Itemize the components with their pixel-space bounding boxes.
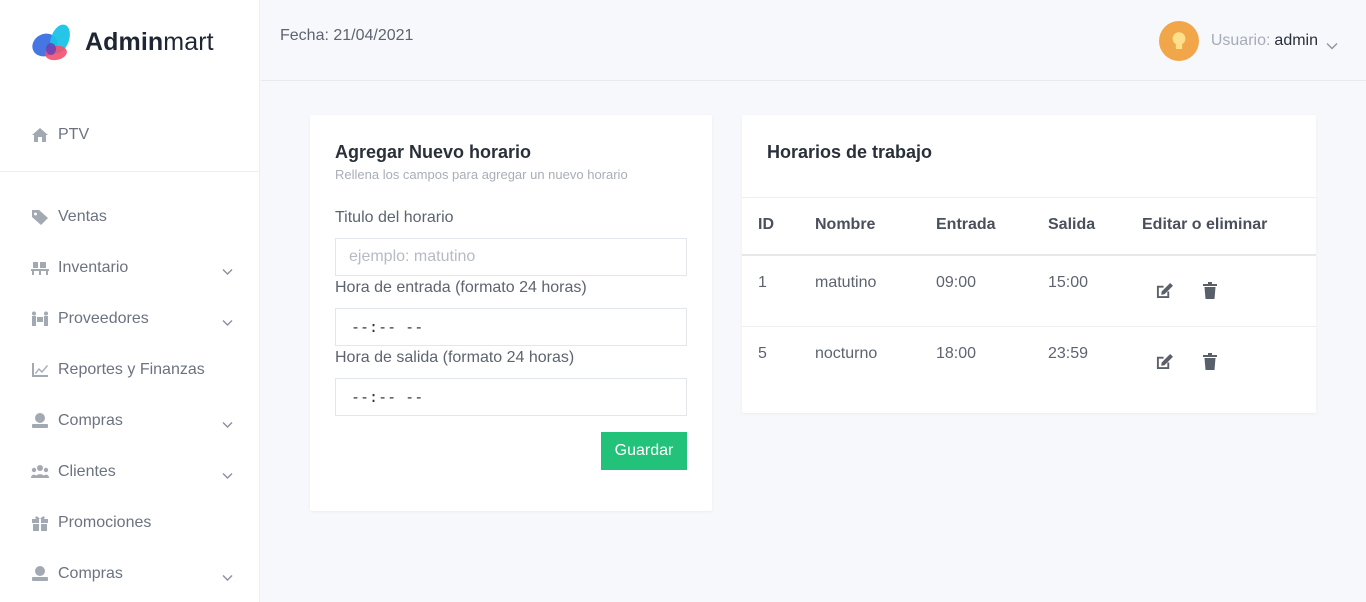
column-header-salida: Salida [1048,216,1096,233]
trash-icon[interactable] [1200,280,1220,300]
sidebar-item-compras-2[interactable]: Compras [30,559,235,589]
home-icon [30,126,50,144]
save-button[interactable]: Guardar [601,432,687,470]
table-cell-salida: 15:00 [1048,274,1089,291]
sidebar-item-label: Clientes [58,463,116,480]
sidebar-item-label: Promociones [58,514,152,531]
table-cell-id: 5 [758,345,767,362]
avatar [1158,20,1199,61]
chart-line-icon [30,361,50,379]
sidebar-item-label: Inventario [58,259,129,276]
tag-icon [30,208,50,226]
chevron-down-icon [222,467,233,479]
column-header-nombre: Nombre [815,216,876,233]
schedule-name-input[interactable]: ejemplo: matutino [335,238,687,276]
table-cell-entrada: 18:00 [936,345,977,362]
pallet-icon [30,259,50,277]
topbar: Fecha: 21/04/2021 Usuario: admin [261,0,1366,81]
chevron-down-icon [222,416,233,428]
sidebar-item-label: Compras [58,412,123,429]
chevron-down-icon [222,263,233,275]
header-divider [742,254,1316,256]
chevron-down-icon [222,569,233,581]
chevron-down-icon [222,314,233,326]
chevron-down-icon [1326,37,1338,49]
edit-icon[interactable] [1154,280,1174,300]
edit-icon[interactable] [1154,351,1174,371]
user-label: Usuario: [1210,31,1271,49]
table-cell-entrada: 09:00 [936,274,977,291]
money-user-icon [30,565,50,583]
sidebar-item-label: Reportes y Finanzas [58,361,205,378]
schedule-name-label: Titulo del horario [335,209,454,226]
sidebar-item-proveedores[interactable]: Proveedores [30,304,235,334]
trash-icon[interactable] [1200,351,1220,371]
divider [742,197,1316,198]
column-header-id: ID [758,216,774,233]
current-date: Fecha: 21/04/2021 [280,27,414,44]
sidebar-item-label: PTV [58,126,90,143]
form-title: Agregar Nuevo horario [335,142,532,162]
new-schedule-card: Agregar Nuevo horario Rellena los campos… [310,115,712,511]
table-cell-nombre: matutino [815,274,877,291]
form-subtitle: Rellena los campos para agregar un nuevo… [335,167,628,182]
sidebar-item-ventas[interactable]: Ventas [30,202,235,232]
user-menu[interactable]: Usuario: admin [1158,20,1338,61]
sidebar-item-ptv[interactable]: PTV [30,120,235,150]
sidebar-item-label: Compras [58,565,123,582]
sidebar-item-reportes[interactable]: Reportes y Finanzas [30,355,235,385]
sidebar-item-clientes[interactable]: Clientes [30,457,235,487]
sidebar: Adminmart PTV Ventas Inventario Proveedo… [0,0,260,602]
sidebar-item-label: Proveedores [58,310,149,327]
users-icon [30,463,50,481]
sidebar-item-compras[interactable]: Compras [30,406,235,436]
end-time-input[interactable]: --:-- -- [335,378,687,416]
gift-icon [30,514,50,532]
sidebar-item-inventario[interactable]: Inventario [30,253,235,283]
start-time-input[interactable]: --:-- -- [335,308,687,346]
row-divider [742,326,1316,327]
money-user-icon [30,412,50,430]
user-name: admin [1274,31,1318,49]
brand-name: Adminmart [85,27,214,56]
table-cell-id: 1 [758,274,767,291]
table-cell-nombre: nocturno [815,345,878,362]
people-carry-icon [30,310,50,328]
sidebar-item-label: Ventas [58,208,107,225]
column-header-entrada: Entrada [936,216,996,233]
column-header-acciones: Editar o eliminar [1142,216,1268,233]
table-title: Horarios de trabajo [767,142,933,162]
sidebar-item-promociones[interactable]: Promociones [30,508,235,538]
start-time-label: Hora de entrada (formato 24 horas) [335,279,587,296]
schedules-table-card: Horarios de trabajo ID Nombre Entrada Sa… [742,115,1316,413]
butterfly-logo-icon [32,24,70,61]
end-time-label: Hora de salida (formato 24 horas) [335,349,575,366]
brand-logo[interactable]: Adminmart [30,20,214,64]
table-cell-salida: 23:59 [1048,345,1089,362]
sidebar-divider [0,171,260,172]
lightbulb-icon [1172,31,1186,49]
